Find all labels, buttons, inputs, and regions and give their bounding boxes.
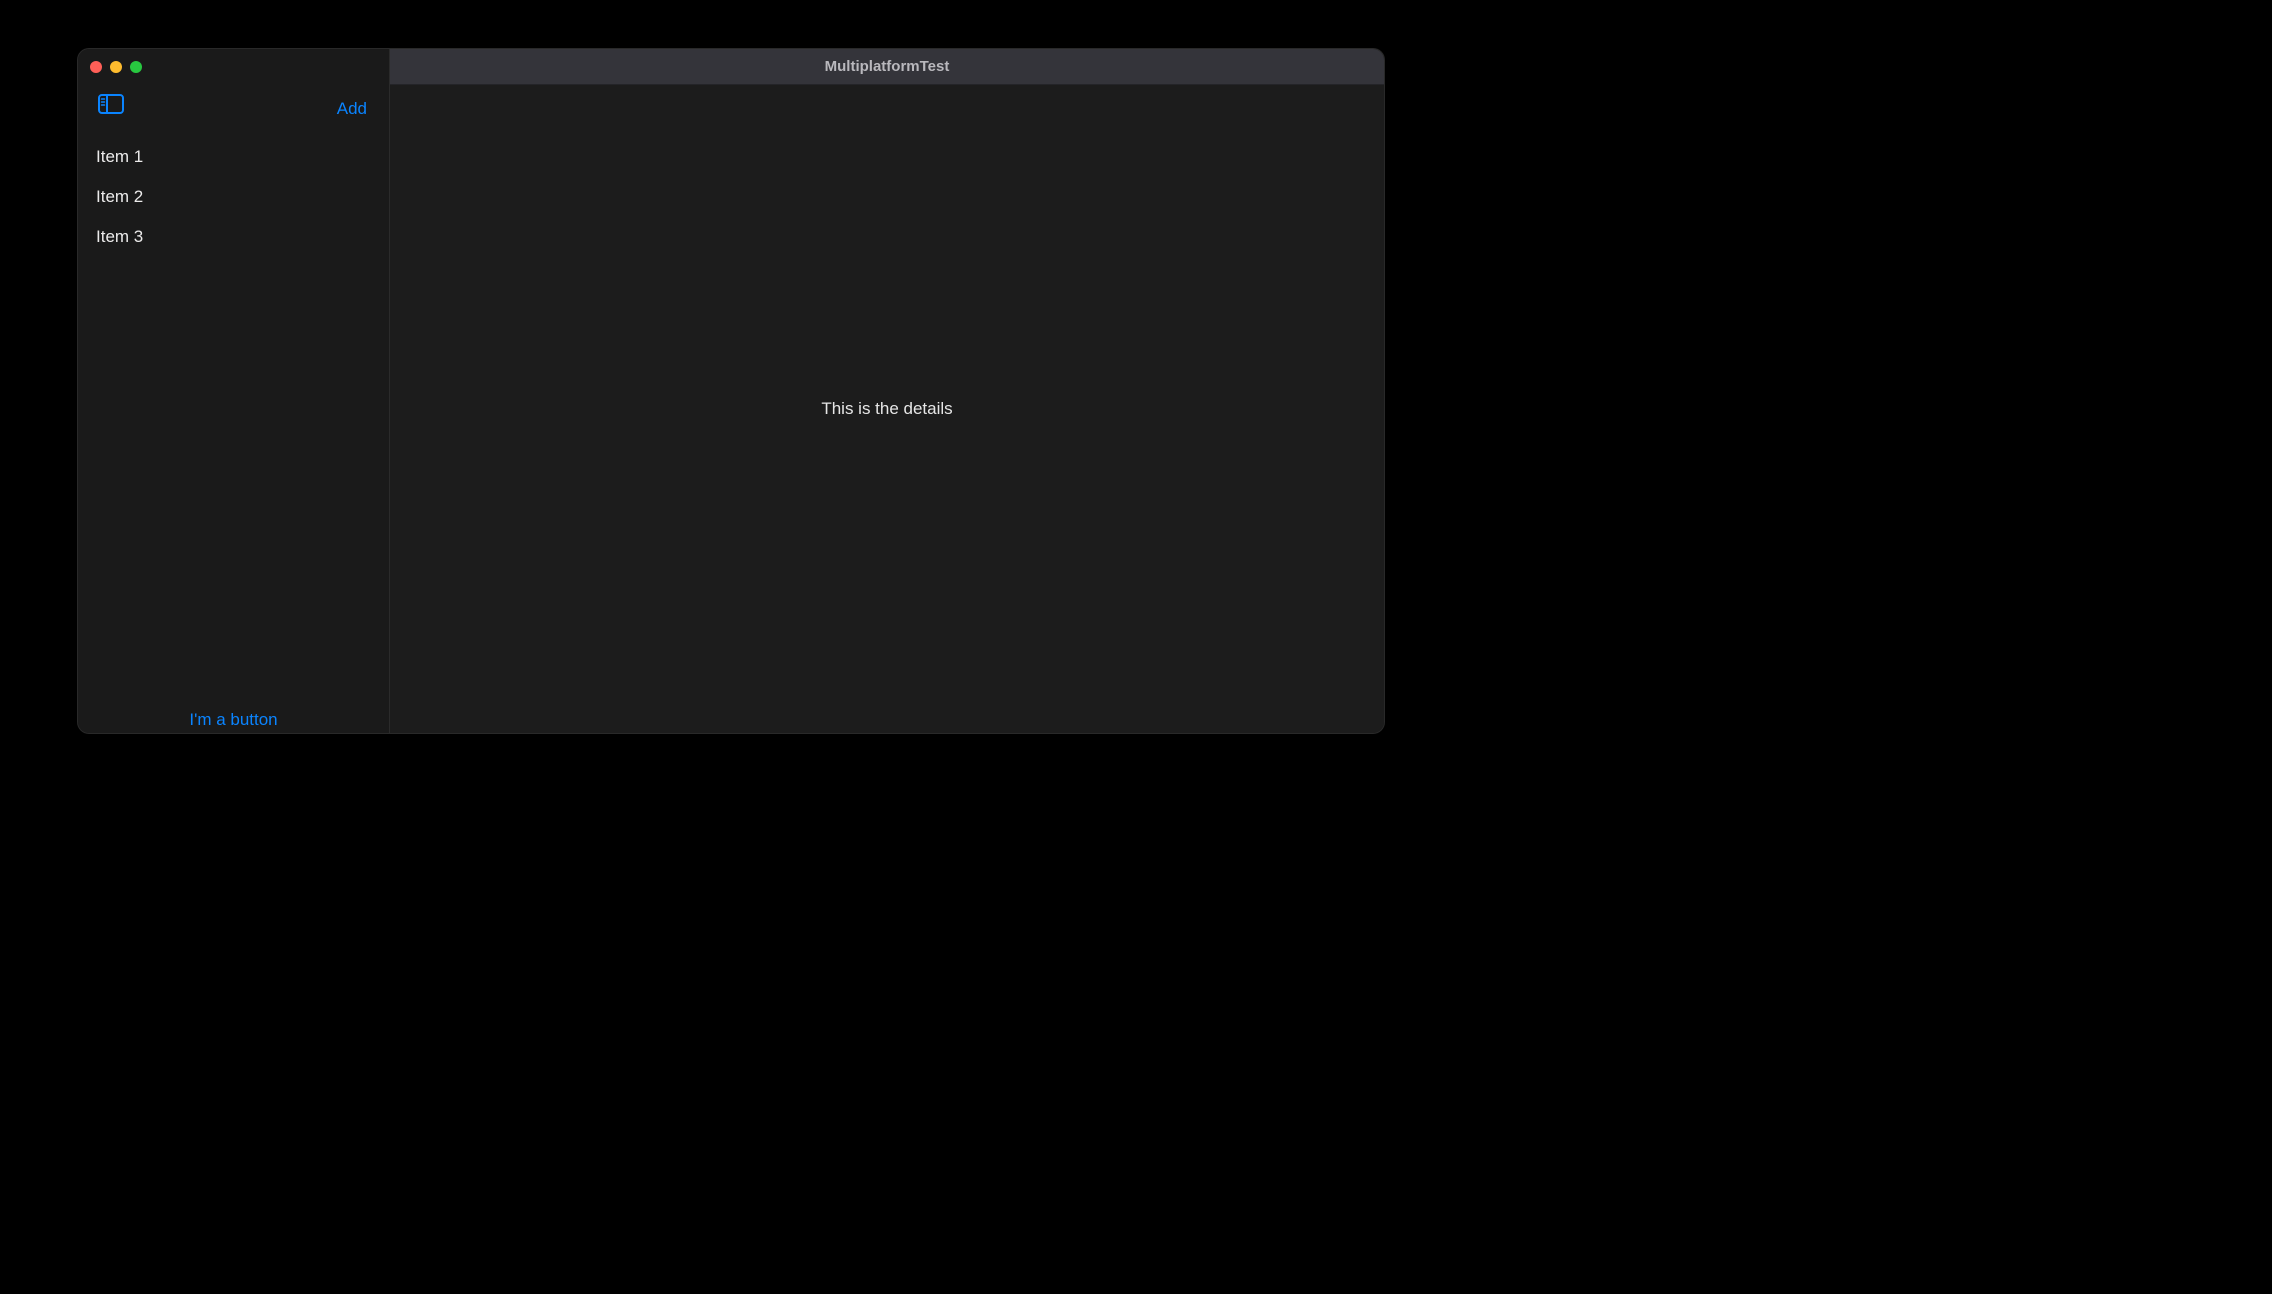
sidebar-footer: I'm a button (78, 710, 389, 733)
sidebar-list: Item 1 Item 2 Item 3 (78, 133, 389, 710)
sidebar-icon (98, 94, 124, 119)
sidebar-item-label: Item 3 (96, 227, 143, 246)
footer-button[interactable]: I'm a button (189, 710, 277, 730)
close-window-button[interactable] (90, 61, 102, 73)
fullscreen-window-button[interactable] (130, 61, 142, 73)
sidebar: Add Item 1 Item 2 Item 3 I'm a button (78, 49, 390, 733)
window-controls (90, 61, 142, 73)
titlebar[interactable]: MultiplatformTest (390, 49, 1384, 85)
sidebar-item[interactable]: Item 2 (78, 177, 389, 217)
add-button[interactable]: Add (337, 99, 367, 119)
app-window: Add Item 1 Item 2 Item 3 I'm a button Mu… (77, 48, 1385, 734)
detail-text: This is the details (821, 399, 952, 419)
detail-area: This is the details (390, 85, 1384, 733)
sidebar-item-label: Item 2 (96, 187, 143, 206)
sidebar-item[interactable]: Item 1 (78, 137, 389, 177)
toggle-sidebar-button[interactable] (98, 94, 124, 119)
window-title: MultiplatformTest (825, 58, 950, 75)
content-area: MultiplatformTest This is the details (390, 49, 1384, 733)
sidebar-item[interactable]: Item 3 (78, 217, 389, 257)
sidebar-item-label: Item 1 (96, 147, 143, 166)
minimize-window-button[interactable] (110, 61, 122, 73)
